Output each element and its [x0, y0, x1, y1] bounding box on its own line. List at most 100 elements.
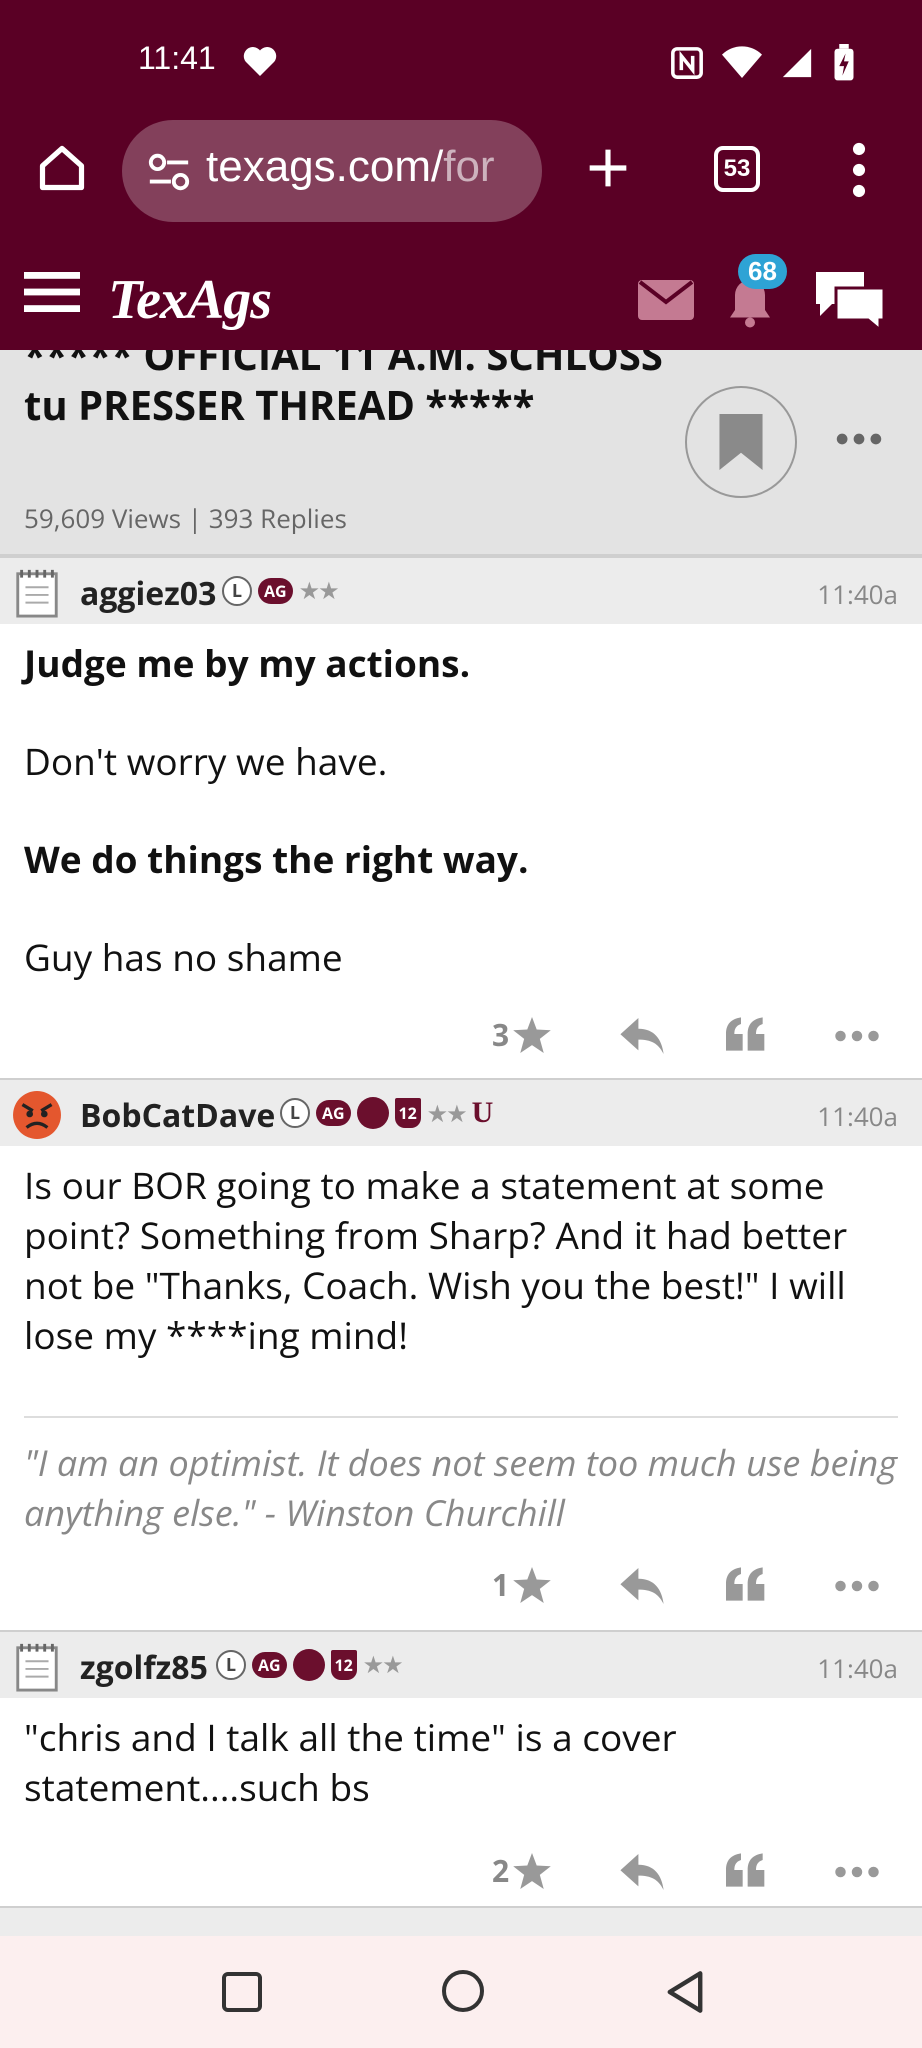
- angry-face-avatar-icon[interactable]: [12, 1090, 62, 1140]
- address-bar[interactable]: texags.com/for: [122, 120, 542, 222]
- lifetime-badge: L: [280, 1098, 310, 1128]
- thread-stats: 59,609 Views | 393 Replies: [24, 500, 347, 536]
- post-time: 11:40a: [817, 576, 898, 612]
- post-body: Is our BOR going to make a statement at …: [0, 1146, 922, 1538]
- post-more-icon[interactable]: [834, 1580, 880, 1592]
- like-count: 3: [492, 1014, 510, 1055]
- post: zgolfz85 L AG 12 ★★ 11:40a "chris and I …: [0, 1630, 922, 1912]
- twelfth-man-badge: 12: [394, 1098, 421, 1128]
- post: BobCatDave L AG 12 ★★ U 11:40a Is our BO…: [0, 1078, 922, 1626]
- like-button[interactable]: 3: [492, 1014, 551, 1055]
- like-count: 2: [492, 1850, 510, 1891]
- status-time: 11:41: [138, 40, 216, 76]
- overflow-menu-icon[interactable]: [846, 142, 872, 198]
- notepad-avatar-icon[interactable]: [12, 1642, 62, 1692]
- post-paragraph: Is our BOR going to make a statement at …: [24, 1159, 848, 1360]
- home-icon[interactable]: [36, 142, 88, 194]
- post-body: Judge me by my actions. Don't worry we h…: [0, 624, 922, 982]
- twelfth-man-badge: 12: [330, 1649, 357, 1680]
- like-count: 1: [492, 1564, 510, 1605]
- battery-icon: [834, 44, 854, 81]
- like-button[interactable]: 1: [492, 1564, 551, 1605]
- lifetime-badge: L: [216, 1649, 246, 1680]
- site-settings-icon[interactable]: [146, 152, 192, 192]
- url-path: for: [443, 142, 495, 191]
- post-more-icon[interactable]: [834, 1866, 880, 1878]
- post-paragraph: Don't worry we have.: [24, 735, 388, 786]
- u-badge: U: [471, 1096, 494, 1129]
- browser-chrome: 11:41 texags.com/for 53 TexAgs 68: [0, 0, 922, 350]
- thread-more-icon[interactable]: [836, 432, 882, 446]
- nfc-icon: [671, 47, 703, 79]
- ag-badge: AG: [258, 577, 293, 604]
- wifi-icon: [722, 46, 762, 78]
- status-bar: 11:41: [0, 0, 922, 120]
- post-time: 11:40a: [817, 1098, 898, 1134]
- new-tab-icon[interactable]: [586, 146, 630, 190]
- thread-title: ***** OFFICIAL 11 A.M. SCHLOSS tu PRESSE…: [24, 350, 663, 432]
- post-body: "chris and I talk all the time" is a cov…: [0, 1698, 922, 1812]
- username[interactable]: zgolfz85: [80, 1646, 208, 1689]
- back-icon[interactable]: [664, 1970, 706, 2014]
- hamburger-menu-icon[interactable]: [24, 272, 80, 312]
- ag-badge: AG: [252, 1651, 287, 1678]
- post-more-icon[interactable]: [834, 1030, 880, 1042]
- reply-icon[interactable]: [620, 1018, 664, 1054]
- user-badges: L AG 12 ★★: [216, 1648, 404, 1681]
- lifetime-badge: L: [222, 575, 252, 606]
- site-logo[interactable]: TexAgs: [108, 268, 272, 332]
- url-text: texags.com/for: [206, 142, 526, 192]
- star-icon: [513, 1852, 551, 1889]
- bookmark-icon: [719, 414, 763, 470]
- user-badges: L AG 12 ★★ U: [280, 1096, 493, 1130]
- signature-divider: [24, 1416, 898, 1418]
- system-navigation-bar: [0, 1936, 922, 2048]
- post-paragraph: Judge me by my actions.: [24, 637, 471, 688]
- like-button[interactable]: 2: [492, 1850, 551, 1891]
- quote-icon[interactable]: [726, 1852, 766, 1888]
- post-actions: 3: [0, 996, 922, 1076]
- site-navbar: TexAgs 68: [0, 240, 922, 350]
- post-header: aggiez03 L AG ★★ 11:40a: [0, 558, 922, 624]
- club-badge-icon: [292, 1648, 325, 1681]
- mail-icon[interactable]: [638, 280, 694, 320]
- post-partial: [0, 1906, 922, 1936]
- star-rating-badge: ★★: [298, 574, 340, 607]
- home-button[interactable]: [442, 1970, 484, 2012]
- post-paragraph: Guy has no shame: [24, 931, 343, 982]
- post-header: zgolfz85 L AG 12 ★★ 11:40a: [0, 1632, 922, 1698]
- star-rating-badge: ★★: [426, 1096, 468, 1130]
- quote-icon[interactable]: [726, 1016, 766, 1052]
- post-header: [0, 1908, 922, 1936]
- status-icons: [670, 44, 856, 82]
- post: aggiez03 L AG ★★ 11:40a Judge me by my a…: [0, 556, 922, 1076]
- star-icon: [513, 1016, 551, 1053]
- reply-icon[interactable]: [620, 1568, 664, 1604]
- club-badge-icon: [356, 1097, 389, 1129]
- chat-icon[interactable]: [812, 268, 888, 332]
- notification-count-badge[interactable]: 68: [738, 254, 787, 289]
- post-actions: 1: [0, 1546, 922, 1626]
- post-paragraph: "chris and I talk all the time" is a cov…: [24, 1711, 677, 1812]
- reply-icon[interactable]: [620, 1854, 664, 1890]
- username[interactable]: aggiez03: [80, 572, 216, 615]
- tab-switcher-button[interactable]: 53: [714, 146, 760, 192]
- post-actions: 2: [0, 1832, 922, 1912]
- post-time: 11:40a: [817, 1650, 898, 1686]
- user-badges: L AG ★★: [222, 574, 340, 607]
- post-header: BobCatDave L AG 12 ★★ U 11:40a: [0, 1080, 922, 1146]
- post-paragraph: We do things the right way.: [24, 833, 529, 884]
- quote-icon[interactable]: [726, 1566, 766, 1602]
- recent-apps-button[interactable]: [222, 1972, 262, 2012]
- url-bar-row: texags.com/for 53: [0, 120, 922, 230]
- thread-header: ***** OFFICIAL 11 A.M. SCHLOSS tu PRESSE…: [0, 350, 922, 556]
- signal-icon: [782, 48, 812, 78]
- bookmark-button[interactable]: [685, 386, 797, 498]
- notepad-avatar-icon[interactable]: [12, 568, 62, 618]
- post-signature: "I am an optimist. It does not seem too …: [24, 1438, 897, 1537]
- ag-badge: AG: [316, 1100, 351, 1126]
- star-icon: [513, 1566, 551, 1603]
- star-rating-badge: ★★: [362, 1648, 404, 1681]
- username[interactable]: BobCatDave: [80, 1094, 275, 1137]
- url-domain: texags.com/: [206, 142, 444, 191]
